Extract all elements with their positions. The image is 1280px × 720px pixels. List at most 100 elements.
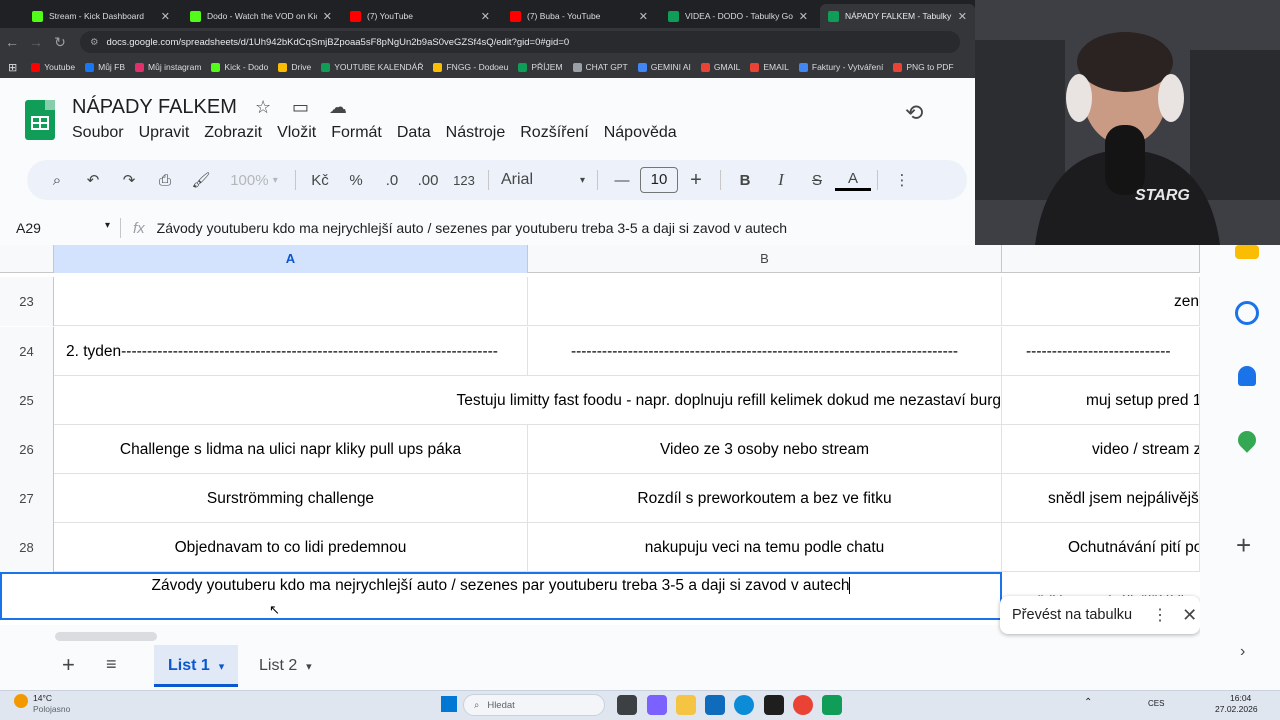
bookmark[interactable]: Drive <box>278 62 311 72</box>
cell[interactable] <box>528 277 1002 326</box>
browser-tab[interactable]: Dodo - Watch the VOD on Kick ✕ <box>182 4 340 28</box>
sheets-app-icon[interactable] <box>822 695 842 715</box>
keep-icon[interactable] <box>1235 245 1259 259</box>
bookmark[interactable]: PŘÍJEM <box>518 62 563 72</box>
close-icon[interactable]: ✕ <box>481 10 490 23</box>
cell[interactable]: Challenge s lidma na ulici napr kliky pu… <box>54 425 528 474</box>
bookmark[interactable]: PNG to PDF <box>893 62 954 72</box>
bookmark[interactable]: CHAT GPT <box>572 62 628 72</box>
language-indicator[interactable]: CES <box>1148 699 1164 708</box>
file-explorer-icon[interactable] <box>676 695 696 715</box>
cell[interactable]: Testuju limitty fast foodu - napr. dopln… <box>54 376 1002 425</box>
more-options-icon[interactable]: ⋮ <box>1152 605 1168 625</box>
bookmark[interactable]: EMAIL <box>750 62 789 72</box>
cell[interactable]: video / stream z <box>1002 425 1200 474</box>
close-icon[interactable]: ✕ <box>323 10 332 23</box>
menu-insert[interactable]: Vložit <box>277 124 316 142</box>
tray-expand-icon[interactable]: ⌃ <box>1084 697 1092 708</box>
expand-panel-icon[interactable]: › <box>1240 643 1245 661</box>
close-icon[interactable]: ✕ <box>161 10 170 23</box>
bookmark[interactable]: FNGG - Dodoeu <box>433 62 508 72</box>
bold-button[interactable]: B <box>727 166 763 194</box>
bookmark[interactable]: Můj instagram <box>135 62 201 72</box>
star-icon[interactable]: ☆ <box>255 97 271 118</box>
chevron-down-icon[interactable]: ▾ <box>219 661 225 673</box>
number-format-button[interactable]: 123 <box>446 166 482 194</box>
bookmark[interactable]: Youtube <box>31 62 75 72</box>
cell[interactable]: ----------------------------------------… <box>528 327 1002 376</box>
back-icon[interactable]: ← <box>0 34 24 50</box>
select-all-corner[interactable] <box>0 245 54 273</box>
cell[interactable]: Ochutnávání pití po <box>1002 523 1200 572</box>
close-icon[interactable]: ✕ <box>639 10 648 23</box>
font-select[interactable]: Arial ▾ <box>495 166 591 194</box>
row-header[interactable]: 25 <box>0 376 54 425</box>
reload-icon[interactable]: ↻ <box>48 34 72 51</box>
cell[interactable]: snědl jsem nejpálivějš <box>1002 474 1200 523</box>
terminal-icon[interactable] <box>764 695 784 715</box>
undo-icon[interactable]: ↶ <box>75 166 111 194</box>
increase-font-size-icon[interactable]: + <box>678 166 714 194</box>
task-view-icon[interactable] <box>617 695 637 715</box>
cell[interactable]: Video ze 3 osoby nebo stream <box>528 425 1002 474</box>
search-menus-icon[interactable]: ⌕ <box>39 166 75 194</box>
add-sheet-icon[interactable]: + <box>62 652 75 678</box>
edge-icon[interactable] <box>734 695 754 715</box>
browser-tab-active[interactable]: NÁPADY FALKEM - Tabulky Goo✕ <box>820 4 975 28</box>
cell[interactable]: 2. tyden--------------------------------… <box>54 327 528 376</box>
all-sheets-icon[interactable]: ≡ <box>106 654 117 675</box>
spreadsheet-grid[interactable]: A B 23 zen 24 2. tyden------------------… <box>0 245 1200 625</box>
row-header[interactable]: 23 <box>0 277 54 326</box>
cell[interactable]: zen <box>1002 277 1200 326</box>
maps-icon[interactable] <box>1234 427 1260 453</box>
bookmark[interactable]: Faktury - Vytváření <box>798 62 883 72</box>
browser-tab[interactable]: Stream - Kick Dashboard ✕ <box>24 4 178 28</box>
document-title[interactable]: NÁPADY FALKEM <box>72 96 237 119</box>
tasks-icon[interactable] <box>1235 301 1259 325</box>
cell[interactable] <box>54 277 528 326</box>
chevron-down-icon[interactable]: ▾ <box>306 661 312 673</box>
close-icon[interactable]: ✕ <box>799 10 808 23</box>
clock-date[interactable]: 27.02.2026 <box>1215 704 1258 714</box>
paint-format-icon[interactable]: 🖌 <box>183 166 219 194</box>
row-header[interactable]: 28 <box>0 523 54 572</box>
cell[interactable]: Rozdíl s preworkoutem a bez ve fitku <box>528 474 1002 523</box>
column-header-c[interactable] <box>1002 245 1200 273</box>
name-box[interactable]: A29 ▾ <box>0 220 120 236</box>
clock-time[interactable]: 16:04 <box>1230 693 1251 703</box>
currency-button[interactable]: Kč <box>302 166 338 194</box>
bookmark[interactable]: Kick - Dodo <box>211 62 268 72</box>
menu-file[interactable]: Soubor <box>72 124 124 142</box>
convert-to-table-chip[interactable]: Převést na tabulku ⋮ ✕ <box>1000 596 1200 634</box>
forward-icon[interactable]: → <box>24 34 48 50</box>
font-size-input[interactable]: 10 <box>640 167 678 193</box>
cell-editor[interactable]: Závody youtuberu kdo ma nejrychlejší aut… <box>0 572 1002 620</box>
add-addon-icon[interactable]: + <box>1236 530 1251 561</box>
bookmark[interactable]: GMAIL <box>700 62 740 72</box>
menu-help[interactable]: Nápověda <box>604 124 677 142</box>
bookmark[interactable]: YOUTUBE KALENDÁŘ <box>321 62 423 72</box>
copilot-icon[interactable] <box>647 695 667 715</box>
menu-tools[interactable]: Nástroje <box>446 124 506 142</box>
row-header[interactable]: 27 <box>0 474 54 523</box>
apps-grid-icon[interactable]: ⊞ <box>8 61 17 74</box>
site-info-icon[interactable]: ⚙ <box>90 37 99 48</box>
increase-decimal-button[interactable]: .00 <box>410 166 446 194</box>
sheet-tab-list-1[interactable]: List 1 ▾ <box>154 645 239 687</box>
zoom-select[interactable]: 100% ▾ <box>219 166 289 194</box>
menu-view[interactable]: Zobrazit <box>204 124 262 142</box>
formula-input[interactable]: Závody youtuberu kdo ma nejrychlejší aut… <box>157 220 787 236</box>
horizontal-scrollbar[interactable] <box>55 632 157 641</box>
cell[interactable]: Surströmming challenge <box>54 474 528 523</box>
close-icon[interactable]: ✕ <box>958 10 967 23</box>
decrease-font-size-icon[interactable]: — <box>604 166 640 194</box>
column-header-a[interactable]: A <box>54 245 528 273</box>
browser-tab[interactable]: (7) YouTube ✕ <box>342 4 498 28</box>
italic-button[interactable]: I <box>763 166 799 194</box>
contacts-icon[interactable] <box>1238 366 1256 386</box>
percent-button[interactable]: % <box>338 166 374 194</box>
sheets-logo-icon[interactable] <box>25 100 55 140</box>
strikethrough-button[interactable]: S <box>799 166 835 194</box>
windows-start-icon[interactable] <box>441 696 457 712</box>
print-icon[interactable]: ⎙ <box>147 166 183 194</box>
